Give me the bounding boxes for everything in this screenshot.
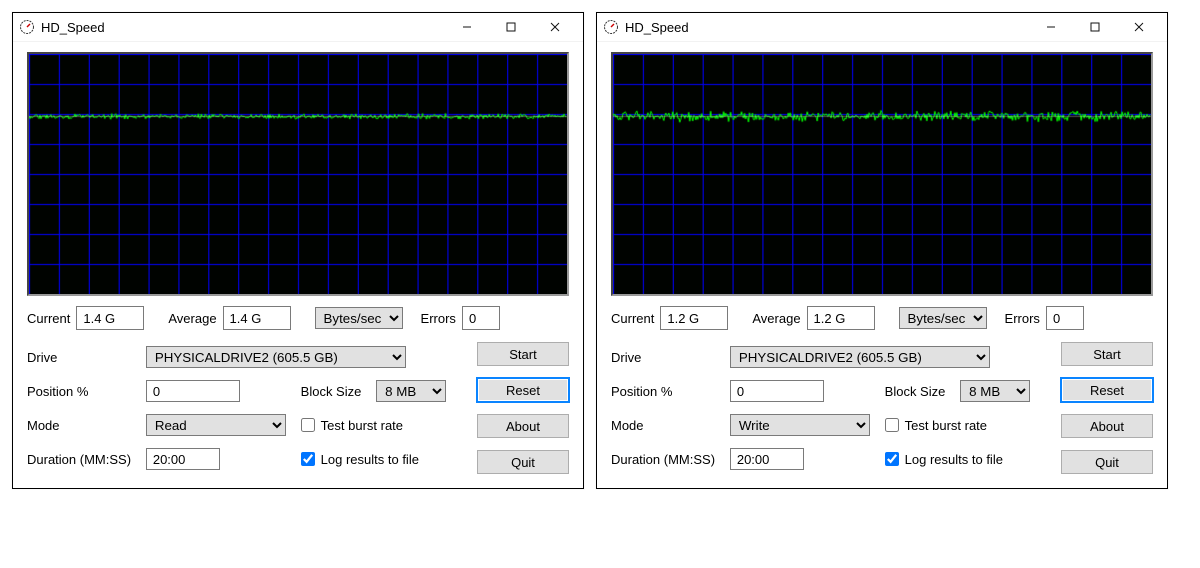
duration-input[interactable] (730, 448, 804, 470)
start-button[interactable]: Start (1061, 342, 1153, 366)
log-checkbox[interactable] (301, 452, 315, 466)
reset-button[interactable]: Reset (477, 378, 569, 402)
hd-speed-window: HD_Speed Current 1.4 G Average 1.4 G Byt… (12, 12, 584, 489)
blocksize-label: Block Size (885, 384, 951, 399)
log-checkbox-wrap[interactable]: Log results to file (301, 452, 451, 467)
app-icon (603, 19, 619, 35)
errors-value: 0 (462, 306, 500, 330)
current-label: Current (611, 311, 654, 326)
errors-label: Errors (1005, 311, 1040, 326)
average-label: Average (168, 311, 216, 326)
blocksize-select[interactable]: 8 MB (960, 380, 1030, 402)
titlebar[interactable]: HD_Speed (597, 13, 1167, 42)
reset-button[interactable]: Reset (1061, 378, 1153, 402)
hd-speed-window: HD_Speed Current 1.2 G Average 1.2 G Byt… (596, 12, 1168, 489)
titlebar[interactable]: HD_Speed (13, 13, 583, 42)
log-checkbox[interactable] (885, 452, 899, 466)
burst-checkbox-wrap[interactable]: Test burst rate (885, 418, 1035, 433)
position-input[interactable] (146, 380, 240, 402)
mode-label: Mode (611, 418, 720, 433)
throughput-graph (27, 52, 569, 296)
burst-checkbox-wrap[interactable]: Test burst rate (301, 418, 451, 433)
blocksize-select[interactable]: 8 MB (376, 380, 446, 402)
drive-label: Drive (611, 350, 720, 365)
current-value: 1.4 G (76, 306, 144, 330)
about-button[interactable]: About (477, 414, 569, 438)
unit-select[interactable]: Bytes/sec (899, 307, 987, 329)
close-button[interactable] (1117, 13, 1161, 41)
log-label: Log results to file (321, 452, 419, 467)
about-button[interactable]: About (1061, 414, 1153, 438)
minimize-button[interactable] (1029, 13, 1073, 41)
burst-label: Test burst rate (905, 418, 987, 433)
window-title: HD_Speed (41, 20, 105, 35)
duration-label: Duration (MM:SS) (27, 452, 136, 467)
average-value: 1.4 G (223, 306, 291, 330)
position-input[interactable] (730, 380, 824, 402)
current-value: 1.2 G (660, 306, 728, 330)
log-checkbox-wrap[interactable]: Log results to file (885, 452, 1035, 467)
maximize-button[interactable] (489, 13, 533, 41)
average-label: Average (752, 311, 800, 326)
maximize-button[interactable] (1073, 13, 1117, 41)
mode-select[interactable]: Write (730, 414, 870, 436)
average-value: 1.2 G (807, 306, 875, 330)
drive-select[interactable]: PHYSICALDRIVE2 (605.5 GB) (730, 346, 990, 368)
quit-button[interactable]: Quit (477, 450, 569, 474)
quit-button[interactable]: Quit (1061, 450, 1153, 474)
minimize-button[interactable] (445, 13, 489, 41)
log-label: Log results to file (905, 452, 1003, 467)
position-label: Position % (611, 384, 720, 399)
unit-select[interactable]: Bytes/sec (315, 307, 403, 329)
window-title: HD_Speed (625, 20, 689, 35)
app-icon (19, 19, 35, 35)
burst-label: Test burst rate (321, 418, 403, 433)
throughput-graph (611, 52, 1153, 296)
burst-checkbox[interactable] (885, 418, 899, 432)
duration-input[interactable] (146, 448, 220, 470)
errors-value: 0 (1046, 306, 1084, 330)
blocksize-label: Block Size (301, 384, 367, 399)
mode-select[interactable]: Read (146, 414, 286, 436)
burst-checkbox[interactable] (301, 418, 315, 432)
position-label: Position % (27, 384, 136, 399)
start-button[interactable]: Start (477, 342, 569, 366)
close-button[interactable] (533, 13, 577, 41)
drive-label: Drive (27, 350, 136, 365)
duration-label: Duration (MM:SS) (611, 452, 720, 467)
mode-label: Mode (27, 418, 136, 433)
errors-label: Errors (421, 311, 456, 326)
current-label: Current (27, 311, 70, 326)
drive-select[interactable]: PHYSICALDRIVE2 (605.5 GB) (146, 346, 406, 368)
